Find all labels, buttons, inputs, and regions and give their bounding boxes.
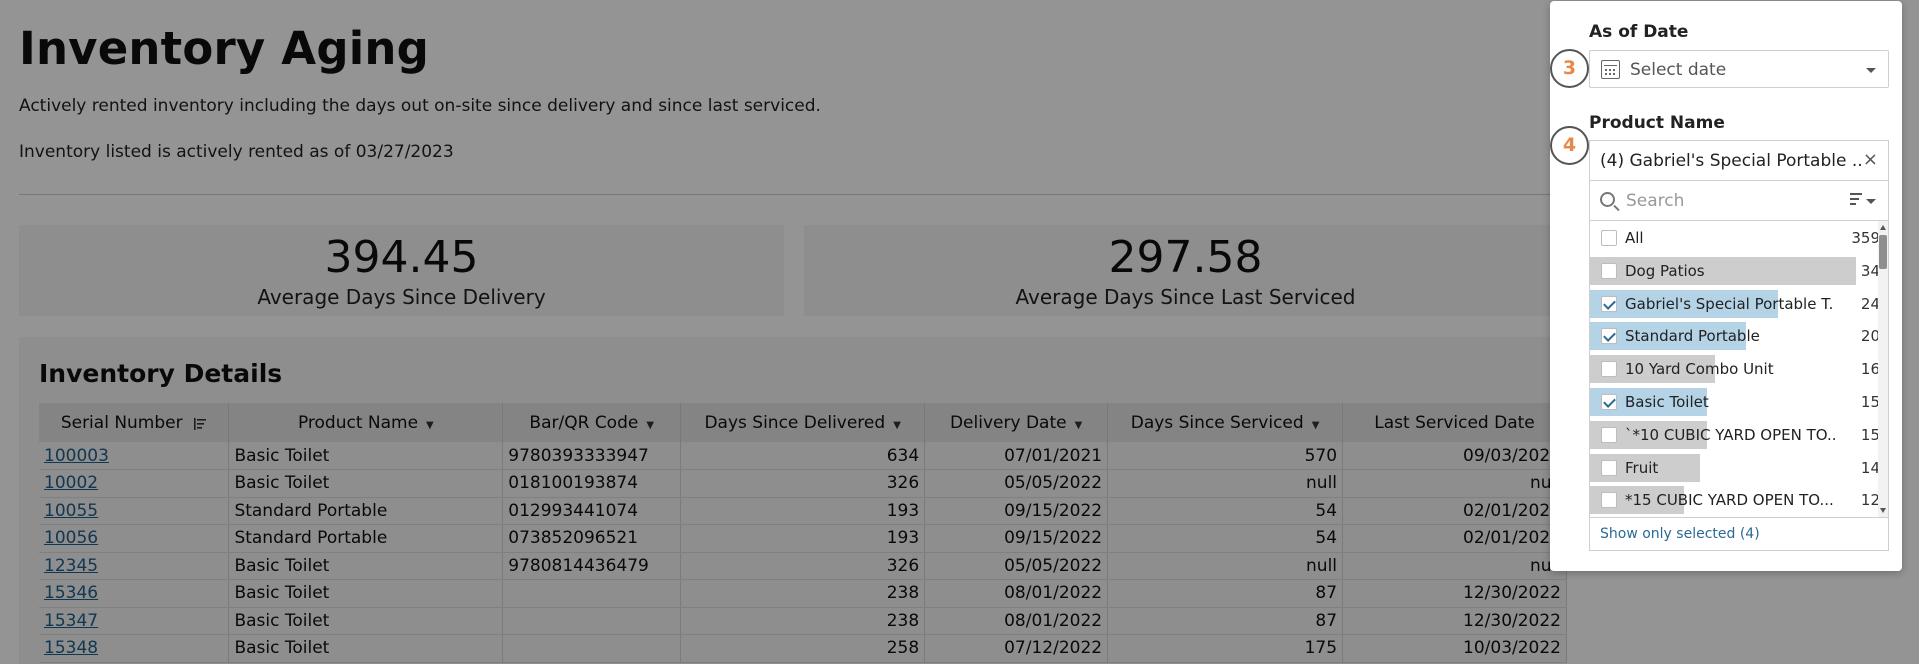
- sort-options-button[interactable]: [1850, 193, 1876, 209]
- product-name-label: Product Name: [1589, 113, 1725, 133]
- as-of-date-label: As of Date: [1589, 22, 1689, 42]
- option-label: Basic Toilet: [1625, 393, 1709, 411]
- option-checkbox[interactable]: [1601, 459, 1617, 476]
- scroll-up-icon[interactable]: [1880, 225, 1886, 230]
- option-checkbox[interactable]: [1601, 492, 1617, 509]
- product-name-select[interactable]: (4) Gabriel's Special Portable ... ×: [1589, 140, 1889, 180]
- chevron-down-icon: [1866, 68, 1876, 73]
- scroll-thumb[interactable]: [1879, 235, 1887, 269]
- product-option[interactable]: Gabriel's Special Portable T... 24: [1590, 288, 1880, 320]
- sort-icon: [1850, 193, 1862, 209]
- as-of-date-picker[interactable]: Select date: [1589, 50, 1889, 88]
- product-option[interactable]: Dog Patios 34: [1590, 255, 1880, 287]
- option-checkbox[interactable]: [1601, 394, 1617, 410]
- option-count: 359: [1851, 229, 1880, 247]
- product-search: [1589, 180, 1889, 221]
- option-label: `*10 CUBIC YARD OPEN TO...: [1625, 425, 1835, 444]
- product-option[interactable]: `*10 CUBIC YARD OPEN TO... 15: [1590, 419, 1880, 451]
- scroll-down-icon[interactable]: [1880, 508, 1886, 513]
- product-option[interactable]: Standard Portable 20: [1590, 320, 1880, 352]
- clear-icon[interactable]: ×: [1863, 149, 1878, 170]
- product-options-list: *15 CUBIC YARD OPEN TO... 12 Fruit 14 `*10 C…: [1589, 221, 1889, 517]
- option-label: Standard Portable: [1625, 327, 1760, 346]
- product-option[interactable]: All 359: [1590, 222, 1880, 254]
- filter-panel: As of Date 3 Select date Product Name 4 …: [1550, 1, 1902, 571]
- step-badge-4: 4: [1550, 126, 1589, 165]
- option-label: Dog Patios: [1625, 261, 1705, 280]
- calendar-icon: [1601, 60, 1620, 79]
- option-checkbox[interactable]: [1601, 328, 1617, 345]
- product-option[interactable]: 10 Yard Combo Unit 16: [1590, 353, 1880, 385]
- show-only-selected-link[interactable]: Show only selected (4): [1600, 526, 1760, 542]
- search-icon: [1600, 192, 1615, 207]
- chevron-down-icon: [1866, 199, 1876, 204]
- search-input[interactable]: [1626, 189, 1816, 213]
- option-checkbox[interactable]: [1601, 230, 1617, 246]
- option-checkbox[interactable]: [1601, 361, 1617, 378]
- option-checkbox[interactable]: [1601, 262, 1617, 279]
- option-label: *15 CUBIC YARD OPEN TO...: [1625, 491, 1834, 510]
- option-checkbox[interactable]: [1601, 426, 1617, 443]
- product-option[interactable]: *15 CUBIC YARD OPEN TO... 12: [1590, 484, 1880, 516]
- option-label: 10 Yard Combo Unit: [1625, 360, 1774, 379]
- selected-summary: (4) Gabriel's Special Portable ...: [1600, 151, 1862, 171]
- step-badge-3: 3: [1550, 49, 1589, 88]
- date-placeholder: Select date: [1630, 60, 1727, 80]
- option-label: All: [1625, 229, 1644, 247]
- product-option[interactable]: Fruit 14: [1590, 452, 1880, 484]
- option-checkbox[interactable]: [1601, 295, 1617, 312]
- option-label: Gabriel's Special Portable T...: [1625, 294, 1835, 313]
- option-label: Fruit: [1625, 458, 1659, 477]
- list-footer: Show only selected (4): [1589, 517, 1889, 551]
- product-option[interactable]: Basic Toilet 15: [1590, 386, 1880, 418]
- list-scrollbar[interactable]: [1878, 221, 1888, 517]
